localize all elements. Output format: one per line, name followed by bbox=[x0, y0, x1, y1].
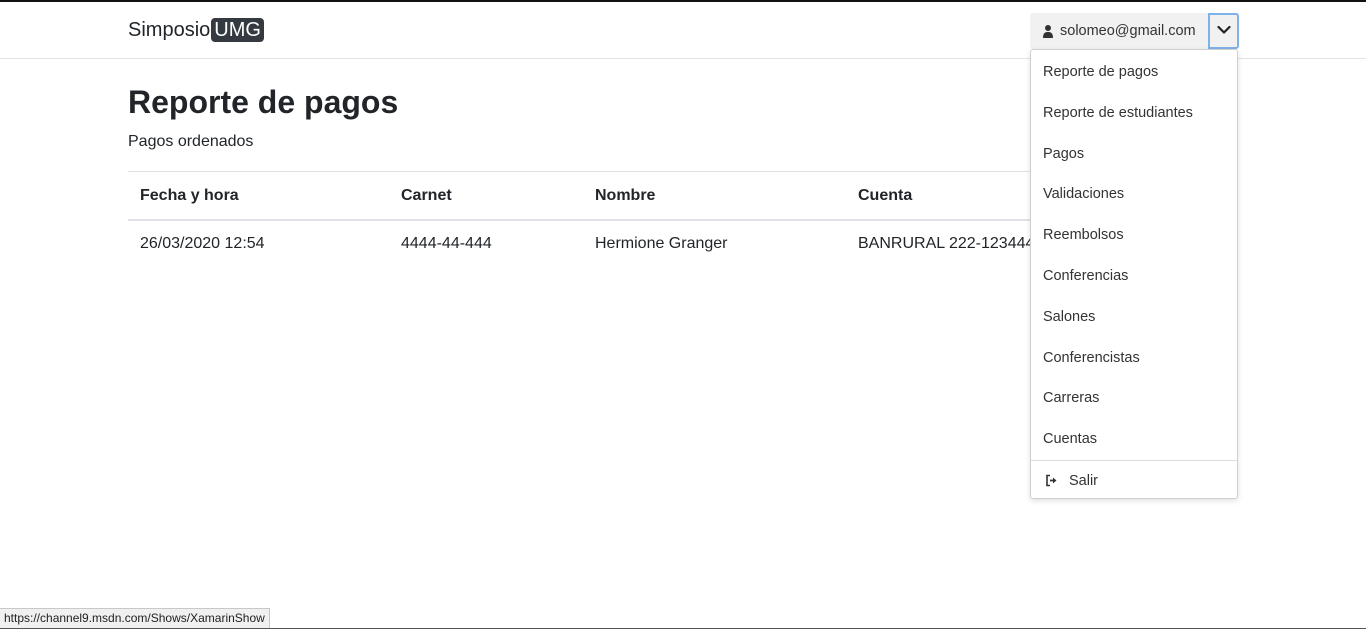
link-status-bar: https://channel9.msdn.com/Shows/XamarinS… bbox=[0, 608, 270, 629]
cell-cuenta: BANRURAL 222-1234441 bbox=[858, 235, 1044, 252]
menu-item-carreras[interactable]: Carreras bbox=[1031, 378, 1237, 419]
menu-item-reporte-de-pagos[interactable]: Reporte de pagos bbox=[1031, 52, 1237, 93]
brand-badge: UMG bbox=[211, 18, 264, 42]
menu-item-cuentas[interactable]: Cuentas bbox=[1031, 419, 1237, 460]
user-email: solomeo@gmail.com bbox=[1060, 23, 1196, 39]
brand-text: Simposio bbox=[128, 18, 211, 41]
menu-item-validaciones[interactable]: Validaciones bbox=[1031, 174, 1237, 215]
cell-carnet: 4444-44-444 bbox=[401, 235, 492, 252]
user-dropdown-menu: Reporte de pagos Reporte de estudiantes … bbox=[1030, 49, 1238, 499]
cell-nombre: Hermione Granger bbox=[595, 235, 728, 252]
logout-menu-item[interactable]: Salir bbox=[1031, 461, 1237, 501]
menu-item-salones[interactable]: Salones bbox=[1031, 297, 1237, 338]
menu-item-conferencistas[interactable]: Conferencistas bbox=[1031, 338, 1237, 379]
menu-item-conferencias[interactable]: Conferencias bbox=[1031, 256, 1237, 297]
brand-logo[interactable]: Simposio UMG bbox=[128, 18, 264, 42]
page-title: Reporte de pagos bbox=[128, 84, 399, 120]
menu-item-reembolsos[interactable]: Reembolsos bbox=[1031, 215, 1237, 256]
header-nombre: Nombre bbox=[595, 187, 656, 204]
page-subtitle: Pagos ordenados bbox=[128, 133, 254, 150]
sign-out-icon bbox=[1045, 474, 1058, 487]
menu-item-reporte-de-estudiantes[interactable]: Reporte de estudiantes bbox=[1031, 93, 1237, 134]
logout-label: Salir bbox=[1069, 472, 1099, 489]
cell-fecha-y-hora: 26/03/2020 12:54 bbox=[140, 235, 265, 252]
user-button[interactable]: solomeo@gmail.com bbox=[1030, 13, 1208, 49]
user-icon bbox=[1042, 24, 1054, 38]
header-cuenta: Cuenta bbox=[858, 187, 913, 204]
chevron-down-icon bbox=[1216, 22, 1231, 40]
dropdown-toggle-button[interactable] bbox=[1208, 13, 1239, 49]
user-menu: solomeo@gmail.com bbox=[1030, 13, 1239, 49]
header-carnet: Carnet bbox=[401, 187, 452, 204]
browser-viewport: Simposio UMG solomeo@gmail.com Reporte d… bbox=[0, 0, 1366, 629]
menu-item-pagos[interactable]: Pagos bbox=[1031, 134, 1237, 175]
header-fecha-y-hora: Fecha y hora bbox=[140, 187, 239, 204]
